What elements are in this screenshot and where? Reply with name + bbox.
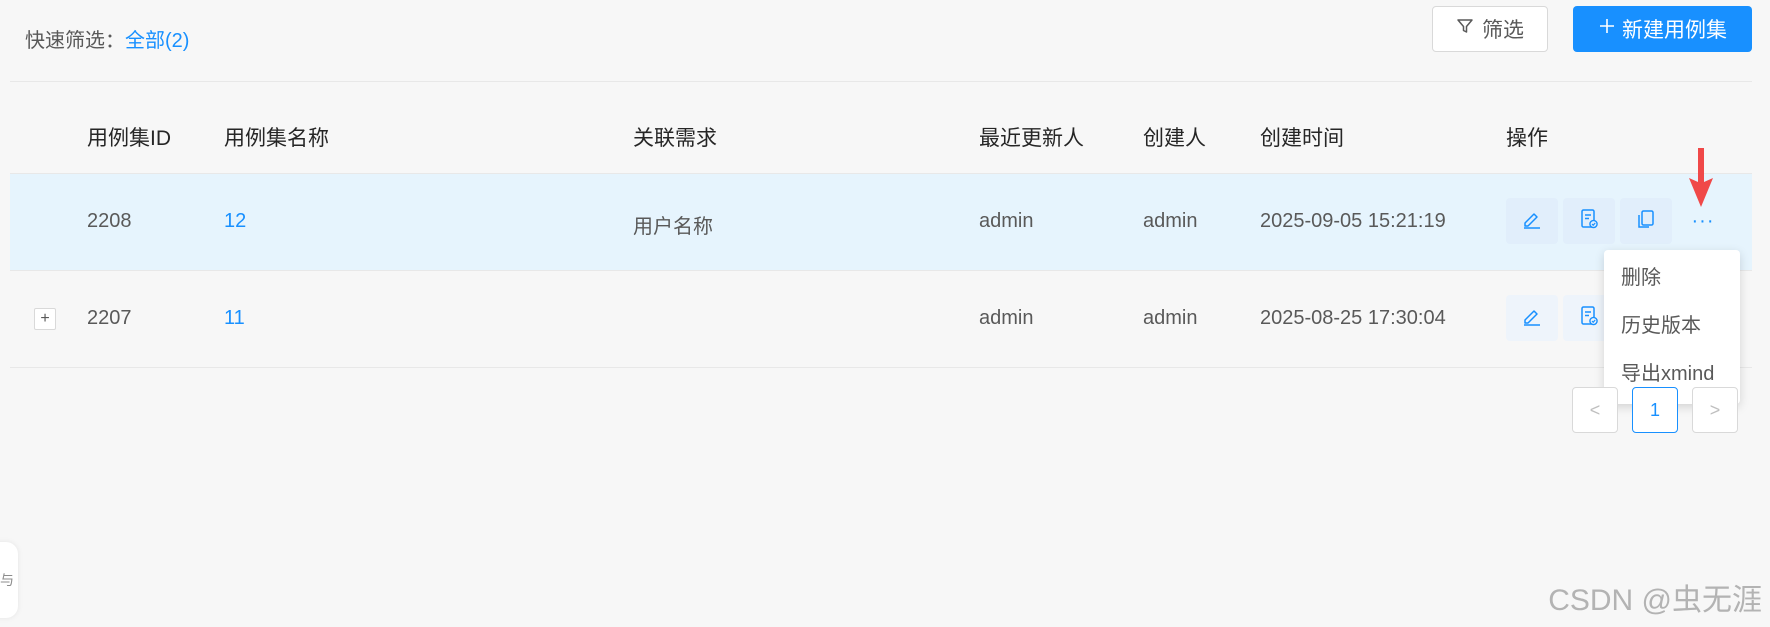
cell-requirement: 用户名称 — [633, 216, 713, 238]
edit-icon — [1521, 208, 1543, 235]
column-header-creator: 创建人 — [1143, 127, 1206, 150]
cell-created: 2025-08-25 17:30:04 — [1260, 307, 1446, 329]
pagination-page-1[interactable]: 1 — [1632, 387, 1678, 433]
table-row: 2208 12 用户名称 admin admin 2025-09-05 15:2… — [10, 174, 1752, 271]
copy-button[interactable] — [1620, 198, 1672, 244]
pagination-prev-button[interactable]: < — [1572, 387, 1618, 433]
pagination-next-button[interactable]: > — [1692, 387, 1738, 433]
new-case-set-label: 新建用例集 — [1622, 19, 1727, 42]
table-row: + 2207 11 admin admin 2025-08-25 17:30:0… — [10, 271, 1752, 368]
menu-item-delete[interactable]: 删除 — [1604, 254, 1740, 302]
cell-id: 2207 — [87, 307, 132, 329]
page: 快速筛选：全部(2) 筛选 新建用例集 用例集ID 用例集名称 关联需求 最近更… — [0, 0, 1770, 627]
column-header-updater: 最近更新人 — [979, 127, 1084, 150]
divider — [10, 81, 1752, 82]
document-check-icon — [1578, 305, 1600, 332]
more-actions-dropdown: 删除 历史版本 导出xmind — [1604, 250, 1740, 404]
cell-name-link[interactable]: 12 — [224, 210, 246, 233]
filter-button-label: 筛选 — [1482, 19, 1524, 42]
execute-button[interactable] — [1563, 198, 1615, 244]
cell-updater: admin — [979, 210, 1034, 232]
side-panel-handle[interactable]: 与 — [0, 542, 18, 618]
plus-icon — [1598, 17, 1616, 41]
cell-id: 2208 — [87, 210, 132, 232]
filter-button[interactable]: 筛选 — [1432, 6, 1548, 52]
cell-updater: admin — [979, 307, 1034, 329]
column-header-requirement: 关联需求 — [633, 127, 717, 150]
cell-creator: admin — [1143, 307, 1198, 329]
edit-button[interactable] — [1506, 198, 1558, 244]
edit-icon — [1521, 305, 1543, 332]
menu-item-history[interactable]: 历史版本 — [1604, 302, 1740, 350]
copy-icon — [1635, 208, 1657, 235]
red-arrow-annotation — [1684, 148, 1718, 213]
cell-creator: admin — [1143, 210, 1198, 232]
expand-row-button[interactable]: + — [34, 308, 56, 330]
filter-icon — [1456, 17, 1474, 41]
column-header-actions: 操作 — [1506, 127, 1548, 150]
quick-filter-label: 快速筛选： — [25, 30, 125, 52]
case-set-table: 用例集ID 用例集名称 关联需求 最近更新人 创建人 创建时间 操作 2208 … — [10, 92, 1752, 368]
quick-filter-all-link[interactable]: 全部(2) — [125, 30, 189, 52]
document-check-icon — [1578, 208, 1600, 235]
column-header-created: 创建时间 — [1260, 127, 1344, 150]
edit-button[interactable] — [1506, 295, 1558, 341]
cell-created: 2025-09-05 15:21:19 — [1260, 210, 1446, 232]
watermark: CSDN @虫无涯 — [1548, 584, 1762, 617]
column-header-name: 用例集名称 — [224, 127, 329, 150]
column-header-id: 用例集ID — [87, 127, 171, 150]
new-case-set-button[interactable]: 新建用例集 — [1573, 6, 1752, 52]
quick-filter: 快速筛选：全部(2) — [25, 24, 189, 53]
table-header: 用例集ID 用例集名称 关联需求 最近更新人 创建人 创建时间 操作 — [10, 92, 1752, 174]
cell-name-link[interactable]: 11 — [224, 307, 245, 330]
